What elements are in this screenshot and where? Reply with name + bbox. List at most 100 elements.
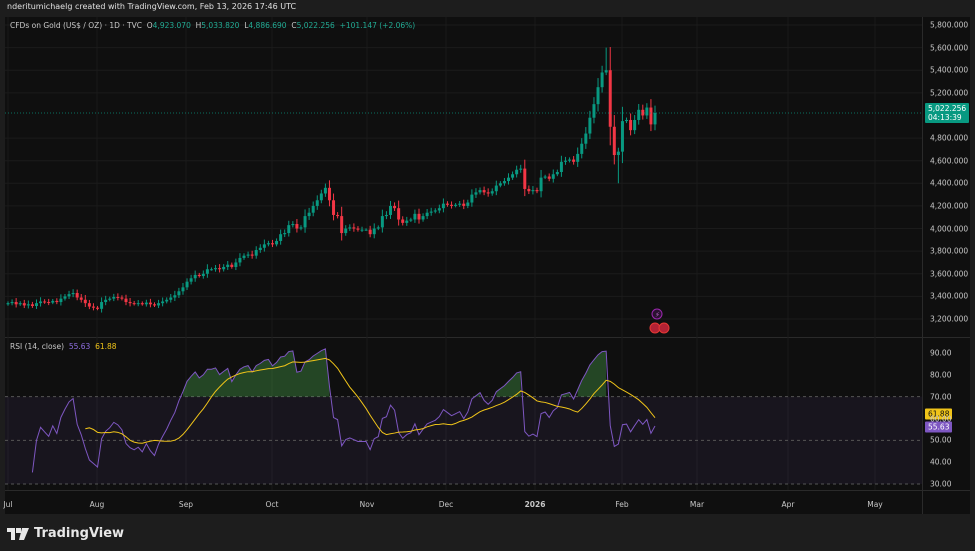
rsi-tick-label: 80.00 [930, 370, 952, 380]
candle-body [620, 121, 624, 152]
candle-body [47, 302, 51, 304]
candle-body [144, 302, 148, 305]
symbol-title[interactable]: CFDs on Gold (US$ / OZ) · 1D · TVC [10, 21, 142, 30]
candle-body [616, 151, 620, 156]
candle-body [136, 303, 140, 305]
candle-body [608, 70, 612, 127]
price-tick-label: 4,400.000 [930, 178, 969, 188]
price-tick-label: 3,600.000 [930, 269, 969, 279]
candle-body [209, 269, 213, 271]
candle-body [454, 204, 458, 206]
candle-body [234, 262, 238, 267]
candle-body [91, 306, 95, 308]
candle-body [177, 291, 181, 296]
tradingview-logo[interactable]: TradingView [7, 526, 124, 541]
candle-body [238, 257, 242, 263]
time-tick-label: May [867, 500, 883, 509]
candle-body [6, 303, 10, 305]
time-tick-label: Oct [265, 500, 279, 509]
candle-body [352, 227, 356, 229]
candle-body [332, 200, 336, 215]
candle-body [148, 302, 152, 305]
candle-body [340, 216, 344, 234]
time-tick-label: Feb [615, 500, 629, 509]
candle-body [535, 190, 539, 192]
candle-body [543, 176, 547, 178]
candle-body [214, 268, 218, 270]
price-tick-label: 4,200.000 [930, 201, 969, 211]
candle-body [348, 227, 352, 229]
candle-body [458, 203, 462, 205]
change-value: +101.147 (+2.06%) [339, 21, 416, 30]
candle-body [193, 274, 197, 279]
candle-body [173, 295, 177, 298]
candle-body [307, 212, 311, 217]
candle-body [441, 203, 445, 209]
candle-body [291, 224, 295, 226]
candle-body [120, 297, 124, 299]
candle-body [112, 296, 116, 299]
candle-body [498, 183, 502, 186]
price-tick-label: 3,200.000 [930, 314, 969, 324]
candle-body [169, 297, 173, 300]
candle-body [486, 192, 490, 194]
candle-body [242, 255, 246, 258]
candle-body [405, 220, 409, 223]
chart-canvas[interactable]: ⚡ [0, 0, 975, 551]
candle-body [230, 264, 234, 267]
lightning-icon: ⚡ [655, 311, 660, 319]
candle-body [372, 228, 376, 235]
candle-body [502, 181, 506, 184]
candle-body [555, 171, 559, 175]
candle-body [417, 213, 421, 220]
candle-body [409, 219, 413, 221]
candle-body [588, 117, 592, 134]
candle-body [165, 299, 169, 302]
price-tick-label: 5,200.000 [930, 88, 969, 98]
candle-body [625, 119, 629, 122]
candle-body [633, 119, 637, 131]
candle-body [482, 190, 486, 193]
candle-body [39, 301, 43, 304]
candle-body [287, 225, 291, 234]
candle-body [421, 216, 425, 220]
bar-countdown: 04:13:39 [928, 112, 962, 122]
candle-body [368, 229, 372, 235]
time-tick-label: Jul [3, 500, 13, 509]
rsi-tick-label: 70.00 [930, 392, 952, 402]
candle-body [356, 228, 360, 230]
candle-body [466, 202, 470, 206]
candle-body [303, 216, 307, 228]
candle-body [580, 143, 584, 154]
candle-body [299, 227, 303, 229]
low-value: 4,886.690 [248, 21, 287, 30]
candle-body [649, 107, 653, 125]
candle-body [14, 302, 18, 305]
candle-body [262, 244, 266, 248]
rsi-tick-label: 40.00 [930, 457, 952, 467]
rsi-title[interactable]: RSI (14, close) [10, 342, 64, 351]
rsi-tick-label: 50.00 [930, 435, 952, 445]
candle-body [559, 161, 563, 172]
candle-body [596, 87, 600, 105]
candle-body [393, 205, 397, 209]
candle-body [531, 190, 535, 192]
last-price-tag: 5,022.256 04:13:39 [925, 102, 970, 123]
candle-body [279, 234, 283, 241]
candle-body [315, 200, 319, 206]
candle-body [645, 107, 649, 116]
candle-body [67, 294, 71, 297]
price-tick-label: 4,600.000 [930, 156, 969, 166]
candle-body [128, 302, 132, 304]
candle-body [519, 168, 523, 170]
candle-body [474, 192, 478, 195]
price-tick-label: 3,400.000 [930, 291, 969, 301]
candle-body [413, 213, 417, 220]
candle-body [83, 299, 87, 304]
candle-body [336, 214, 340, 217]
candle-body [523, 168, 527, 189]
close-value: 5,022.256 [296, 21, 335, 30]
candle-body [104, 299, 108, 303]
time-tick-label: Mar [689, 500, 705, 509]
time-tick-label: Apr [781, 500, 795, 509]
